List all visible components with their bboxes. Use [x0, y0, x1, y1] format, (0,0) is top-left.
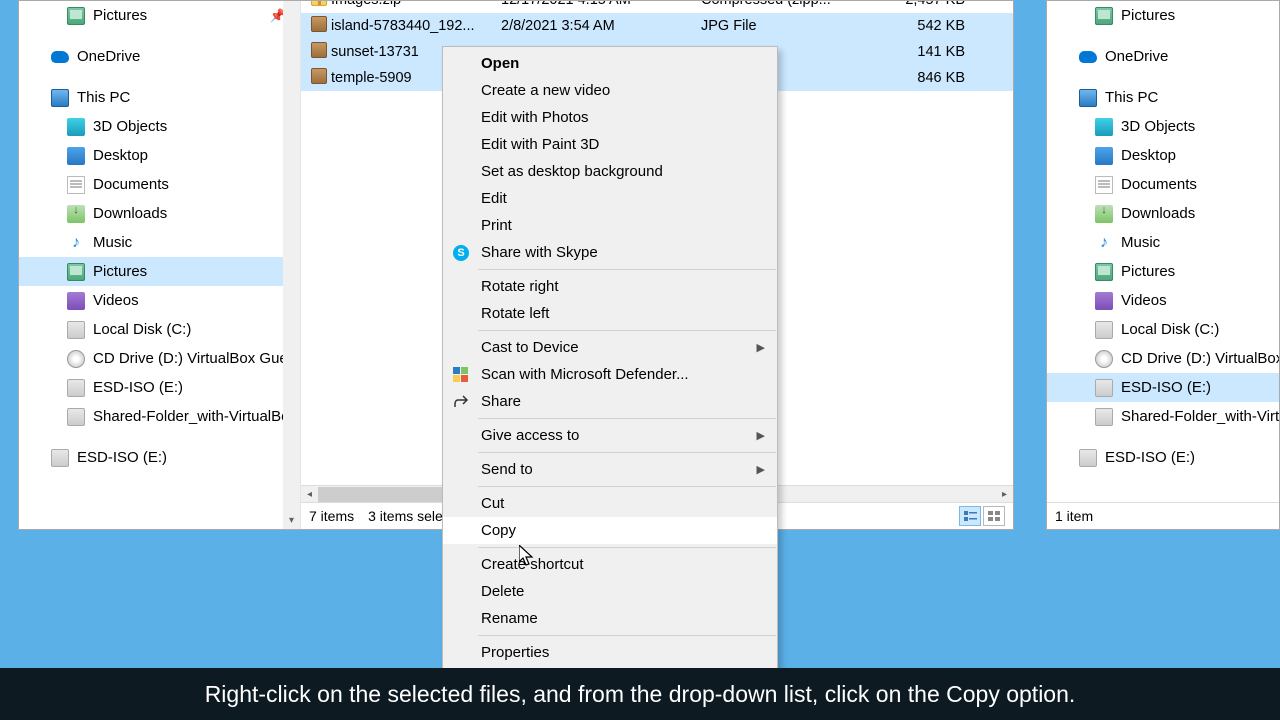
context-menu-set-as-desktop-background[interactable]: Set as desktop background	[443, 158, 777, 185]
nav-item-esd-iso-e-[interactable]: ESD-ISO (E:)	[1047, 443, 1279, 472]
nav-item-videos[interactable]: Videos	[1047, 286, 1279, 315]
context-menu-separator	[478, 269, 776, 270]
submenu-arrow-icon: ▶	[757, 341, 765, 354]
nav-item-pictures[interactable]: Pictures	[19, 257, 300, 286]
file-zip-icon	[311, 1, 327, 6]
tutorial-caption: Right-click on the selected files, and f…	[0, 668, 1280, 720]
context-menu-copy[interactable]: Copy	[443, 517, 777, 544]
context-menu-delete[interactable]: Delete	[443, 578, 777, 605]
nav-item-3d-objects[interactable]: 3D Objects	[1047, 112, 1279, 141]
nav-item-documents[interactable]: Documents	[1047, 170, 1279, 199]
nav-item-local-disk-c-[interactable]: Local Disk (C:)	[19, 315, 300, 344]
view-details-button[interactable]	[959, 506, 981, 526]
file-type: Compressed (zipp...	[701, 1, 875, 8]
nav-item-desktop[interactable]: Desktop	[1047, 141, 1279, 170]
nav-item-3d-objects[interactable]: 3D Objects	[19, 112, 300, 141]
context-menu-cut[interactable]: Cut	[443, 490, 777, 517]
nav-item-esd-iso-e-[interactable]: ESD-ISO (E:)	[1047, 373, 1279, 402]
watermark-text: How-to Guide	[1106, 30, 1240, 56]
file-size: 542 KB	[875, 18, 975, 34]
nav-item-music[interactable]: ♪Music	[1047, 228, 1279, 257]
file-name: island-5783440_192...	[331, 18, 501, 34]
nav-item-this-pc[interactable]: This PC	[19, 83, 300, 112]
nav-item-esd-iso-e-[interactable]: ESD-ISO (E:)	[19, 373, 300, 402]
nav-item-local-disk-c-[interactable]: Local Disk (C:)	[1047, 315, 1279, 344]
nav-scrollbar[interactable]: ▾	[283, 1, 300, 529]
nav-item-onedrive[interactable]: OneDrive	[19, 42, 300, 71]
scroll-down-arrow-icon[interactable]: ▾	[283, 512, 300, 529]
context-menu-send-to[interactable]: Send to▶	[443, 456, 777, 483]
context-menu-properties[interactable]: Properties	[443, 639, 777, 666]
share-icon	[452, 393, 470, 411]
status-item-count: 1 item	[1055, 508, 1093, 524]
nav-item-pictures[interactable]: Pictures📌	[19, 1, 300, 30]
context-menu-print[interactable]: Print	[443, 212, 777, 239]
file-jpg-icon	[311, 16, 327, 32]
context-menu-separator	[478, 330, 776, 331]
file-row[interactable]: Images.zip12/17/2021 4:15 AMCompressed (…	[301, 1, 1013, 13]
submenu-arrow-icon: ▶	[757, 429, 765, 442]
context-menu-edit-with-paint-3d[interactable]: Edit with Paint 3D	[443, 131, 777, 158]
nav-item-esd-iso-e-[interactable]: ESD-ISO (E:)	[19, 443, 300, 472]
status-item-count: 7 items	[309, 508, 354, 524]
file-date: 12/17/2021 4:15 AM	[501, 1, 701, 8]
context-menu-separator	[478, 635, 776, 636]
nav-item-shared-folder-with-virtualb[interactable]: Shared-Folder_with-VirtualB	[1047, 402, 1279, 431]
file-size: 141 KB	[875, 44, 975, 60]
context-menu-share[interactable]: Share	[443, 388, 777, 415]
nav-item-desktop[interactable]: Desktop	[19, 141, 300, 170]
mouse-cursor-icon	[519, 545, 537, 569]
file-row[interactable]: island-5783440_192...2/8/2021 3:54 AMJPG…	[301, 13, 1013, 39]
submenu-arrow-icon: ▶	[757, 463, 765, 476]
context-menu[interactable]: OpenCreate a new videoEdit with PhotosEd…	[442, 46, 778, 670]
context-menu-cast-to-device[interactable]: Cast to Device▶	[443, 334, 777, 361]
navigation-pane-right[interactable]: PicturesOneDriveThis PC3D ObjectsDesktop…	[1047, 1, 1279, 502]
context-menu-separator	[478, 452, 776, 453]
nav-item-downloads[interactable]: Downloads	[1047, 199, 1279, 228]
context-menu-scan-with-microsoft-defender-[interactable]: Scan with Microsoft Defender...	[443, 361, 777, 388]
nav-item-this-pc[interactable]: This PC	[1047, 83, 1279, 112]
context-menu-separator	[478, 486, 776, 487]
context-menu-give-access-to[interactable]: Give access to▶	[443, 422, 777, 449]
file-jpg-icon	[311, 68, 327, 84]
defender-icon	[452, 366, 470, 384]
nav-item-shared-folder-with-virtualbox-[interactable]: Shared-Folder_with-VirtualBox (\	[19, 402, 300, 431]
context-menu-edit-with-photos[interactable]: Edit with Photos	[443, 104, 777, 131]
nav-item-documents[interactable]: Documents	[19, 170, 300, 199]
context-menu-rename[interactable]: Rename	[443, 605, 777, 632]
skype-icon: S	[452, 244, 470, 262]
context-menu-separator	[478, 418, 776, 419]
context-menu-share-with-skype[interactable]: SShare with Skype	[443, 239, 777, 266]
nav-item-pictures[interactable]: Pictures	[1047, 1, 1279, 30]
context-menu-edit[interactable]: Edit	[443, 185, 777, 212]
status-bar-right: 1 item	[1047, 502, 1279, 529]
context-menu-create-shortcut[interactable]: Create shortcut	[443, 551, 777, 578]
nav-item-pictures[interactable]: Pictures	[1047, 257, 1279, 286]
context-menu-rotate-left[interactable]: Rotate left	[443, 300, 777, 327]
file-type: JPG File	[701, 18, 875, 34]
scroll-right-arrow-icon[interactable]: ▸	[996, 489, 1013, 500]
file-name: Images.zip	[331, 1, 501, 8]
nav-item-music[interactable]: ♪Music	[19, 228, 300, 257]
scroll-left-arrow-icon[interactable]: ◂	[301, 489, 318, 500]
nav-item-downloads[interactable]: Downloads	[19, 199, 300, 228]
file-date: 2/8/2021 3:54 AM	[501, 18, 701, 34]
nav-item-videos[interactable]: Videos	[19, 286, 300, 315]
nav-item-cd-drive-d-virtualbox-gues[interactable]: CD Drive (D:) VirtualBox Gues	[1047, 344, 1279, 373]
navigation-pane-left[interactable]: Pictures📌 OneDrive This PC3D ObjectsDeskto…	[19, 1, 301, 529]
explorer-window-right: PicturesOneDriveThis PC3D ObjectsDesktop…	[1046, 0, 1280, 530]
context-menu-rotate-right[interactable]: Rotate right	[443, 273, 777, 300]
view-large-icons-button[interactable]	[983, 506, 1005, 526]
file-jpg-icon	[311, 42, 327, 58]
file-size: 846 KB	[875, 70, 975, 86]
nav-item-cd-drive-d-virtualbox-guest-ad[interactable]: CD Drive (D:) VirtualBox Guest Ad	[19, 344, 300, 373]
context-menu-open[interactable]: Open	[443, 50, 777, 77]
context-menu-create-a-new-video[interactable]: Create a new video	[443, 77, 777, 104]
file-size: 2,457 KB	[875, 1, 975, 8]
